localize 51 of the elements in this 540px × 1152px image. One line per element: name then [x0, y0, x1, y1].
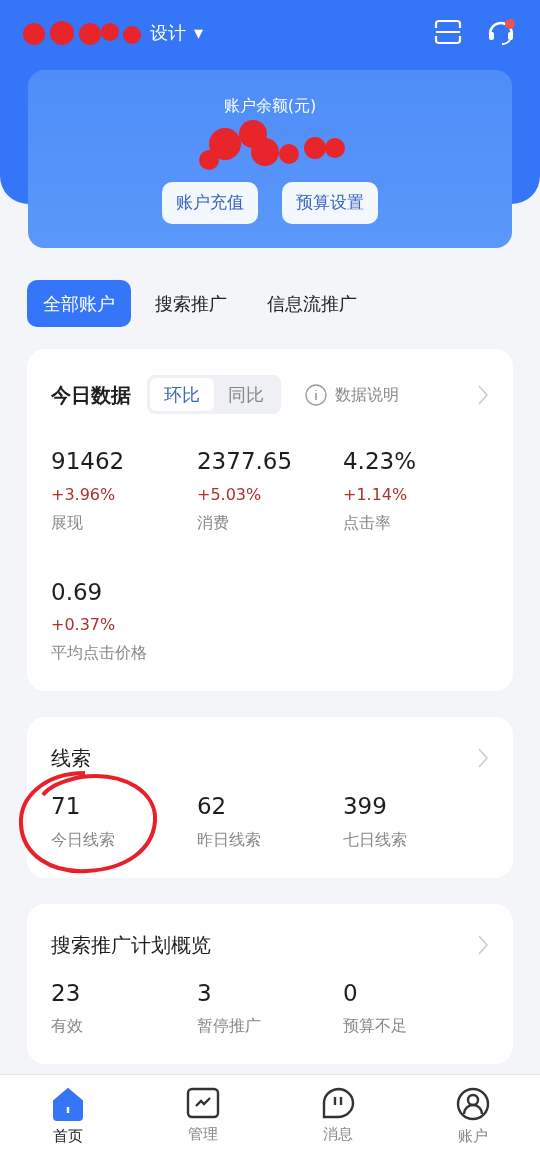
metric-change: +0.37%: [51, 614, 117, 636]
stat-value: 399: [342, 792, 388, 821]
card-title: 今日数据: [51, 381, 131, 409]
stat-label: 昨日线索: [197, 828, 262, 851]
chevron-right-icon[interactable]: [477, 383, 489, 406]
stat-value: 3: [197, 978, 213, 1008]
scan-icon[interactable]: [434, 19, 462, 45]
nav-tab[interactable]: 首页: [0, 1075, 135, 1152]
user-icon: [455, 1087, 490, 1121]
metric-value: 91462: [51, 447, 126, 476]
stat-value: 62: [197, 792, 228, 821]
nav-tab[interactable]: 消息: [270, 1075, 405, 1152]
stat-value: 71: [51, 792, 82, 821]
metric-value: 2377.65: [197, 447, 294, 476]
chart-icon: [185, 1087, 220, 1119]
info-link[interactable]: 数据说明: [335, 382, 399, 407]
account-name[interactable]: 设计: [150, 18, 186, 46]
stat-label: 今日线索: [51, 828, 116, 851]
stat-label: 有效: [51, 1015, 84, 1037]
stat-label: 预算不足: [342, 1015, 408, 1037]
metric-change: +5.03%: [197, 483, 263, 506]
account-tab[interactable]: 全部账户: [27, 280, 131, 327]
nav-tab[interactable]: 管理: [135, 1075, 270, 1152]
metric-change: +1.14%: [342, 483, 409, 506]
headset-icon[interactable]: [486, 18, 516, 46]
metric-label: 点击率: [342, 511, 392, 534]
balance-label: 账户余额(元): [222, 95, 318, 117]
metric-label: 平均点击价格: [51, 642, 148, 664]
metric-label: 展现: [51, 511, 84, 534]
chevron-right-icon[interactable]: [477, 747, 489, 769]
stat-label: 暂停推广: [197, 1015, 262, 1037]
metric-label: 消费: [197, 511, 230, 534]
info-icon[interactable]: [305, 383, 327, 406]
account-tab[interactable]: 搜索推广: [139, 280, 243, 327]
stat-label: 七日线索: [342, 828, 408, 851]
chevron-right-icon[interactable]: [477, 933, 489, 956]
dropdown-caret[interactable]: ▾: [194, 18, 204, 46]
metric-change: +3.96%: [51, 483, 117, 506]
account-tab[interactable]: 信息流推广: [251, 280, 373, 327]
compare-tab[interactable]: 同比: [214, 378, 278, 411]
nav-tab[interactable]: 账户: [405, 1075, 540, 1152]
recharge-button[interactable]: 账户充值: [162, 182, 258, 224]
budget-settings-button[interactable]: 预算设置: [282, 182, 378, 224]
card-title: 线索: [51, 745, 91, 772]
compare-tab[interactable]: 环比: [150, 378, 214, 411]
metric-value: 4.23%: [342, 447, 418, 476]
card-title: 搜索推广计划概览: [51, 931, 211, 959]
stat-value: 0: [342, 978, 359, 1008]
metric-value: 0.69: [51, 577, 104, 607]
stat-value: 23: [51, 978, 82, 1008]
message-icon: [320, 1087, 355, 1119]
